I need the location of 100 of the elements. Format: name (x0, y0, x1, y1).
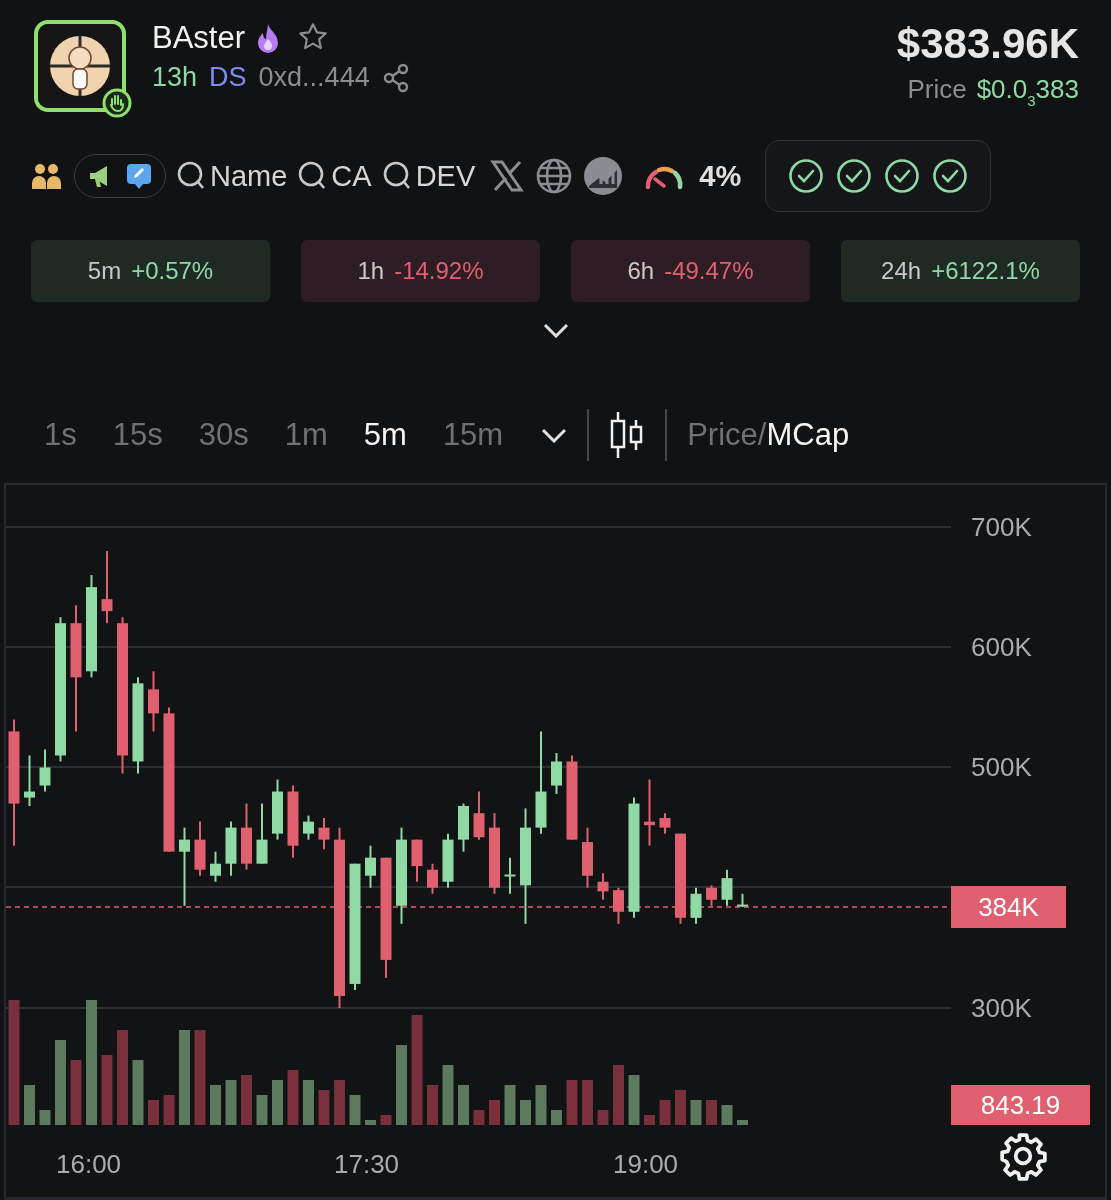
volume-bar (349, 1095, 361, 1125)
volume-bar (39, 1110, 51, 1125)
volume-bar (551, 1110, 562, 1125)
search-link[interactable]: Name (176, 159, 288, 193)
candle (256, 802, 268, 865)
timeframe-tab[interactable]: 15s (94, 417, 181, 453)
volume-bar (706, 1100, 717, 1125)
volume-bar (659, 1100, 671, 1125)
mode-option[interactable]: Price (687, 417, 758, 453)
candle (318, 817, 330, 851)
volume-bar (597, 1110, 609, 1125)
candle (582, 826, 593, 889)
volume-bar (101, 1055, 113, 1125)
change-period: 1h (357, 257, 385, 285)
change-period: 6h (627, 257, 655, 285)
timeframe-tab[interactable]: 1m (266, 417, 346, 453)
volume-bar (442, 1065, 454, 1125)
edit-icon[interactable] (125, 162, 153, 190)
candle (473, 790, 485, 841)
x-axis-label: 19:00 (613, 1149, 679, 1180)
candle (504, 856, 516, 895)
volume-bar (70, 1060, 82, 1125)
candle (597, 872, 609, 901)
volume-bar (690, 1100, 702, 1125)
volume-bar (613, 1065, 624, 1125)
candle (458, 802, 469, 853)
y-axis-label: 300K (971, 993, 1032, 1024)
share-icon[interactable] (381, 62, 410, 93)
timeframe-tab[interactable]: 15m (424, 417, 522, 453)
mode-option[interactable]: MCap (766, 417, 850, 453)
candle (365, 844, 376, 889)
candle (411, 838, 423, 883)
dex-label: DS (209, 62, 247, 93)
volume-bar (287, 1070, 299, 1125)
change-value: +0.57% (131, 257, 214, 285)
volume-bar (566, 1080, 578, 1125)
timeframe-tab[interactable]: 5m (345, 417, 425, 453)
volume-bar (334, 1080, 345, 1125)
price-label: Price (907, 74, 967, 106)
volume-bar (535, 1085, 547, 1125)
change-value: -49.47% (664, 257, 754, 285)
volume-bar (721, 1105, 733, 1125)
volume-bar (473, 1110, 485, 1125)
volume-bar (582, 1080, 593, 1125)
candle (737, 892, 748, 908)
candle (644, 778, 655, 847)
y-axis-label: 600K (971, 632, 1032, 663)
candle (272, 778, 283, 841)
globe-icon[interactable] (535, 157, 574, 195)
mode-separator: / (757, 417, 767, 453)
volume-bar (225, 1080, 237, 1125)
volume-bar (365, 1120, 376, 1125)
expand-button[interactable] (542, 322, 569, 341)
change-value: -14.92% (394, 257, 484, 285)
timeframe-tab[interactable]: 30s (180, 417, 267, 453)
volume-badge: 843.19 (951, 1085, 1090, 1125)
search-link[interactable]: CA (297, 159, 372, 193)
candle (551, 752, 562, 795)
search-link[interactable]: DEV (381, 159, 476, 193)
volume-bar (489, 1100, 500, 1125)
volume-bar (644, 1115, 655, 1125)
contract-address: 0xd...444 (258, 62, 370, 93)
candle (721, 868, 733, 907)
gauge-reading: 4% (699, 159, 742, 193)
volume-bar (241, 1075, 252, 1125)
candle (210, 850, 221, 883)
change-value: +6122.1% (931, 257, 1040, 285)
candle (194, 820, 206, 877)
candle (39, 748, 51, 793)
x-axis-label: 17:30 (334, 1149, 400, 1180)
settings-icon[interactable] (998, 1131, 1048, 1181)
candle (659, 812, 671, 835)
volume-bar (24, 1085, 35, 1125)
candle (225, 820, 237, 877)
token-age: 13h (152, 62, 198, 93)
volume-bar (737, 1120, 748, 1125)
x-logo-icon[interactable] (489, 158, 526, 194)
volume-bar (380, 1115, 392, 1125)
candle (427, 862, 438, 895)
candle (706, 884, 717, 907)
dropdown-chevron-icon[interactable] (541, 427, 568, 443)
change-period: 24h (881, 257, 922, 285)
volume-bar (504, 1085, 516, 1125)
candle (303, 814, 314, 841)
volume-bar (272, 1080, 283, 1125)
candle (24, 754, 35, 807)
volume-bar (256, 1095, 268, 1125)
chart-badge-icon[interactable] (583, 156, 624, 196)
volume-bar (303, 1080, 314, 1125)
candle (442, 832, 454, 889)
volume-bar (318, 1090, 330, 1125)
candle (241, 802, 252, 871)
volume-bar (675, 1090, 686, 1125)
price-value: $0.0$_{3}$383 (976, 74, 1079, 109)
volume-bar (132, 1060, 144, 1125)
change-period: 5m (87, 257, 122, 285)
candle (690, 886, 702, 925)
timeframe-tab[interactable]: 1s (26, 417, 95, 453)
volume-bar (628, 1075, 640, 1125)
people-icon[interactable] (30, 161, 64, 191)
